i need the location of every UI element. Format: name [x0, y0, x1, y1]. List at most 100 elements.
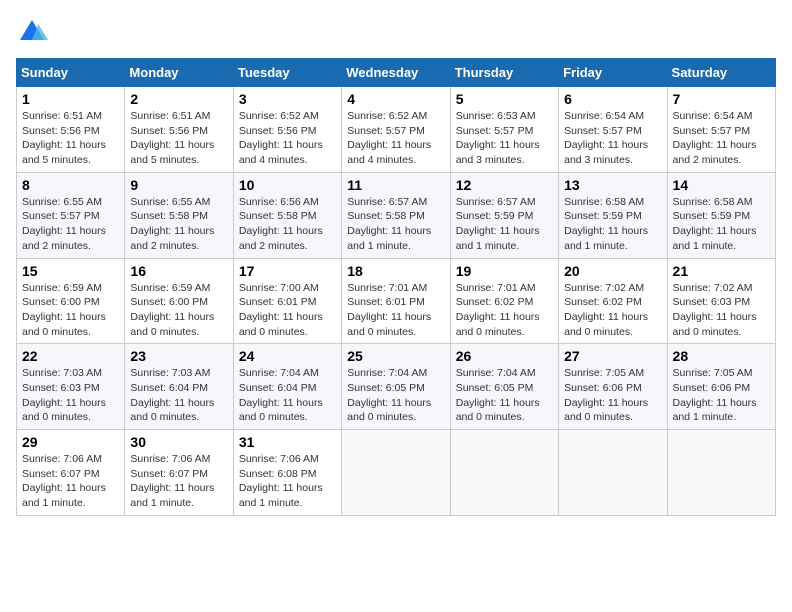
day-number: 13	[564, 177, 661, 193]
day-info: Sunrise: 7:03 AM Sunset: 6:03 PM Dayligh…	[22, 366, 119, 425]
day-number: 2	[130, 91, 227, 107]
day-number: 8	[22, 177, 119, 193]
calendar-cell: 17 Sunrise: 7:00 AM Sunset: 6:01 PM Dayl…	[233, 258, 341, 344]
day-number: 29	[22, 434, 119, 450]
page-header	[16, 16, 776, 48]
day-number: 9	[130, 177, 227, 193]
weekday-header: Thursday	[450, 59, 558, 87]
calendar-cell: 30 Sunrise: 7:06 AM Sunset: 6:07 PM Dayl…	[125, 430, 233, 516]
calendar-cell: 27 Sunrise: 7:05 AM Sunset: 6:06 PM Dayl…	[559, 344, 667, 430]
day-info: Sunrise: 7:01 AM Sunset: 6:01 PM Dayligh…	[347, 281, 444, 340]
day-info: Sunrise: 7:02 AM Sunset: 6:03 PM Dayligh…	[673, 281, 770, 340]
calendar-cell: 23 Sunrise: 7:03 AM Sunset: 6:04 PM Dayl…	[125, 344, 233, 430]
calendar-week-row: 15 Sunrise: 6:59 AM Sunset: 6:00 PM Dayl…	[17, 258, 776, 344]
day-number: 11	[347, 177, 444, 193]
calendar-cell: 5 Sunrise: 6:53 AM Sunset: 5:57 PM Dayli…	[450, 87, 558, 173]
calendar-cell: 29 Sunrise: 7:06 AM Sunset: 6:07 PM Dayl…	[17, 430, 125, 516]
logo	[16, 16, 52, 48]
day-number: 22	[22, 348, 119, 364]
calendar-cell: 19 Sunrise: 7:01 AM Sunset: 6:02 PM Dayl…	[450, 258, 558, 344]
day-number: 4	[347, 91, 444, 107]
calendar-cell: 9 Sunrise: 6:55 AM Sunset: 5:58 PM Dayli…	[125, 172, 233, 258]
day-number: 17	[239, 263, 336, 279]
day-info: Sunrise: 7:03 AM Sunset: 6:04 PM Dayligh…	[130, 366, 227, 425]
day-info: Sunrise: 6:59 AM Sunset: 6:00 PM Dayligh…	[130, 281, 227, 340]
day-number: 27	[564, 348, 661, 364]
day-info: Sunrise: 6:58 AM Sunset: 5:59 PM Dayligh…	[673, 195, 770, 254]
calendar-cell: 24 Sunrise: 7:04 AM Sunset: 6:04 PM Dayl…	[233, 344, 341, 430]
day-number: 3	[239, 91, 336, 107]
day-info: Sunrise: 7:06 AM Sunset: 6:08 PM Dayligh…	[239, 452, 336, 511]
day-number: 12	[456, 177, 553, 193]
calendar-week-row: 29 Sunrise: 7:06 AM Sunset: 6:07 PM Dayl…	[17, 430, 776, 516]
calendar-week-row: 22 Sunrise: 7:03 AM Sunset: 6:03 PM Dayl…	[17, 344, 776, 430]
day-info: Sunrise: 7:05 AM Sunset: 6:06 PM Dayligh…	[564, 366, 661, 425]
logo-icon	[16, 16, 48, 48]
calendar-table: SundayMondayTuesdayWednesdayThursdayFrid…	[16, 58, 776, 516]
day-info: Sunrise: 6:55 AM Sunset: 5:57 PM Dayligh…	[22, 195, 119, 254]
calendar-cell: 15 Sunrise: 6:59 AM Sunset: 6:00 PM Dayl…	[17, 258, 125, 344]
day-number: 24	[239, 348, 336, 364]
calendar-cell: 8 Sunrise: 6:55 AM Sunset: 5:57 PM Dayli…	[17, 172, 125, 258]
day-number: 10	[239, 177, 336, 193]
day-info: Sunrise: 7:04 AM Sunset: 6:05 PM Dayligh…	[347, 366, 444, 425]
weekday-header: Monday	[125, 59, 233, 87]
calendar-cell	[342, 430, 450, 516]
day-info: Sunrise: 6:57 AM Sunset: 5:59 PM Dayligh…	[456, 195, 553, 254]
weekday-header: Saturday	[667, 59, 775, 87]
calendar-cell	[667, 430, 775, 516]
calendar-cell: 10 Sunrise: 6:56 AM Sunset: 5:58 PM Dayl…	[233, 172, 341, 258]
calendar-week-row: 1 Sunrise: 6:51 AM Sunset: 5:56 PM Dayli…	[17, 87, 776, 173]
day-info: Sunrise: 7:05 AM Sunset: 6:06 PM Dayligh…	[673, 366, 770, 425]
calendar-cell: 3 Sunrise: 6:52 AM Sunset: 5:56 PM Dayli…	[233, 87, 341, 173]
calendar-cell: 31 Sunrise: 7:06 AM Sunset: 6:08 PM Dayl…	[233, 430, 341, 516]
calendar-cell: 25 Sunrise: 7:04 AM Sunset: 6:05 PM Dayl…	[342, 344, 450, 430]
calendar-cell: 21 Sunrise: 7:02 AM Sunset: 6:03 PM Dayl…	[667, 258, 775, 344]
calendar-cell: 22 Sunrise: 7:03 AM Sunset: 6:03 PM Dayl…	[17, 344, 125, 430]
calendar-cell: 2 Sunrise: 6:51 AM Sunset: 5:56 PM Dayli…	[125, 87, 233, 173]
day-number: 28	[673, 348, 770, 364]
day-number: 18	[347, 263, 444, 279]
calendar-cell: 18 Sunrise: 7:01 AM Sunset: 6:01 PM Dayl…	[342, 258, 450, 344]
day-info: Sunrise: 6:54 AM Sunset: 5:57 PM Dayligh…	[564, 109, 661, 168]
day-info: Sunrise: 6:52 AM Sunset: 5:56 PM Dayligh…	[239, 109, 336, 168]
day-number: 16	[130, 263, 227, 279]
day-number: 1	[22, 91, 119, 107]
day-number: 6	[564, 91, 661, 107]
calendar-cell: 16 Sunrise: 6:59 AM Sunset: 6:00 PM Dayl…	[125, 258, 233, 344]
calendar-cell	[559, 430, 667, 516]
weekday-header: Sunday	[17, 59, 125, 87]
day-info: Sunrise: 6:52 AM Sunset: 5:57 PM Dayligh…	[347, 109, 444, 168]
day-number: 30	[130, 434, 227, 450]
day-info: Sunrise: 6:51 AM Sunset: 5:56 PM Dayligh…	[130, 109, 227, 168]
calendar-cell: 14 Sunrise: 6:58 AM Sunset: 5:59 PM Dayl…	[667, 172, 775, 258]
day-number: 21	[673, 263, 770, 279]
calendar-cell: 20 Sunrise: 7:02 AM Sunset: 6:02 PM Dayl…	[559, 258, 667, 344]
day-info: Sunrise: 6:53 AM Sunset: 5:57 PM Dayligh…	[456, 109, 553, 168]
day-number: 23	[130, 348, 227, 364]
calendar-header-row: SundayMondayTuesdayWednesdayThursdayFrid…	[17, 59, 776, 87]
calendar-cell	[450, 430, 558, 516]
day-info: Sunrise: 7:02 AM Sunset: 6:02 PM Dayligh…	[564, 281, 661, 340]
day-info: Sunrise: 6:56 AM Sunset: 5:58 PM Dayligh…	[239, 195, 336, 254]
calendar-cell: 12 Sunrise: 6:57 AM Sunset: 5:59 PM Dayl…	[450, 172, 558, 258]
calendar-week-row: 8 Sunrise: 6:55 AM Sunset: 5:57 PM Dayli…	[17, 172, 776, 258]
day-number: 31	[239, 434, 336, 450]
day-info: Sunrise: 6:59 AM Sunset: 6:00 PM Dayligh…	[22, 281, 119, 340]
calendar-cell: 4 Sunrise: 6:52 AM Sunset: 5:57 PM Dayli…	[342, 87, 450, 173]
calendar-cell: 11 Sunrise: 6:57 AM Sunset: 5:58 PM Dayl…	[342, 172, 450, 258]
day-info: Sunrise: 6:57 AM Sunset: 5:58 PM Dayligh…	[347, 195, 444, 254]
weekday-header: Friday	[559, 59, 667, 87]
calendar-cell: 26 Sunrise: 7:04 AM Sunset: 6:05 PM Dayl…	[450, 344, 558, 430]
day-info: Sunrise: 6:58 AM Sunset: 5:59 PM Dayligh…	[564, 195, 661, 254]
day-number: 26	[456, 348, 553, 364]
day-info: Sunrise: 7:06 AM Sunset: 6:07 PM Dayligh…	[130, 452, 227, 511]
day-number: 14	[673, 177, 770, 193]
day-info: Sunrise: 6:54 AM Sunset: 5:57 PM Dayligh…	[673, 109, 770, 168]
weekday-header: Wednesday	[342, 59, 450, 87]
day-info: Sunrise: 7:01 AM Sunset: 6:02 PM Dayligh…	[456, 281, 553, 340]
weekday-header: Tuesday	[233, 59, 341, 87]
day-info: Sunrise: 7:00 AM Sunset: 6:01 PM Dayligh…	[239, 281, 336, 340]
day-number: 15	[22, 263, 119, 279]
calendar-cell: 28 Sunrise: 7:05 AM Sunset: 6:06 PM Dayl…	[667, 344, 775, 430]
